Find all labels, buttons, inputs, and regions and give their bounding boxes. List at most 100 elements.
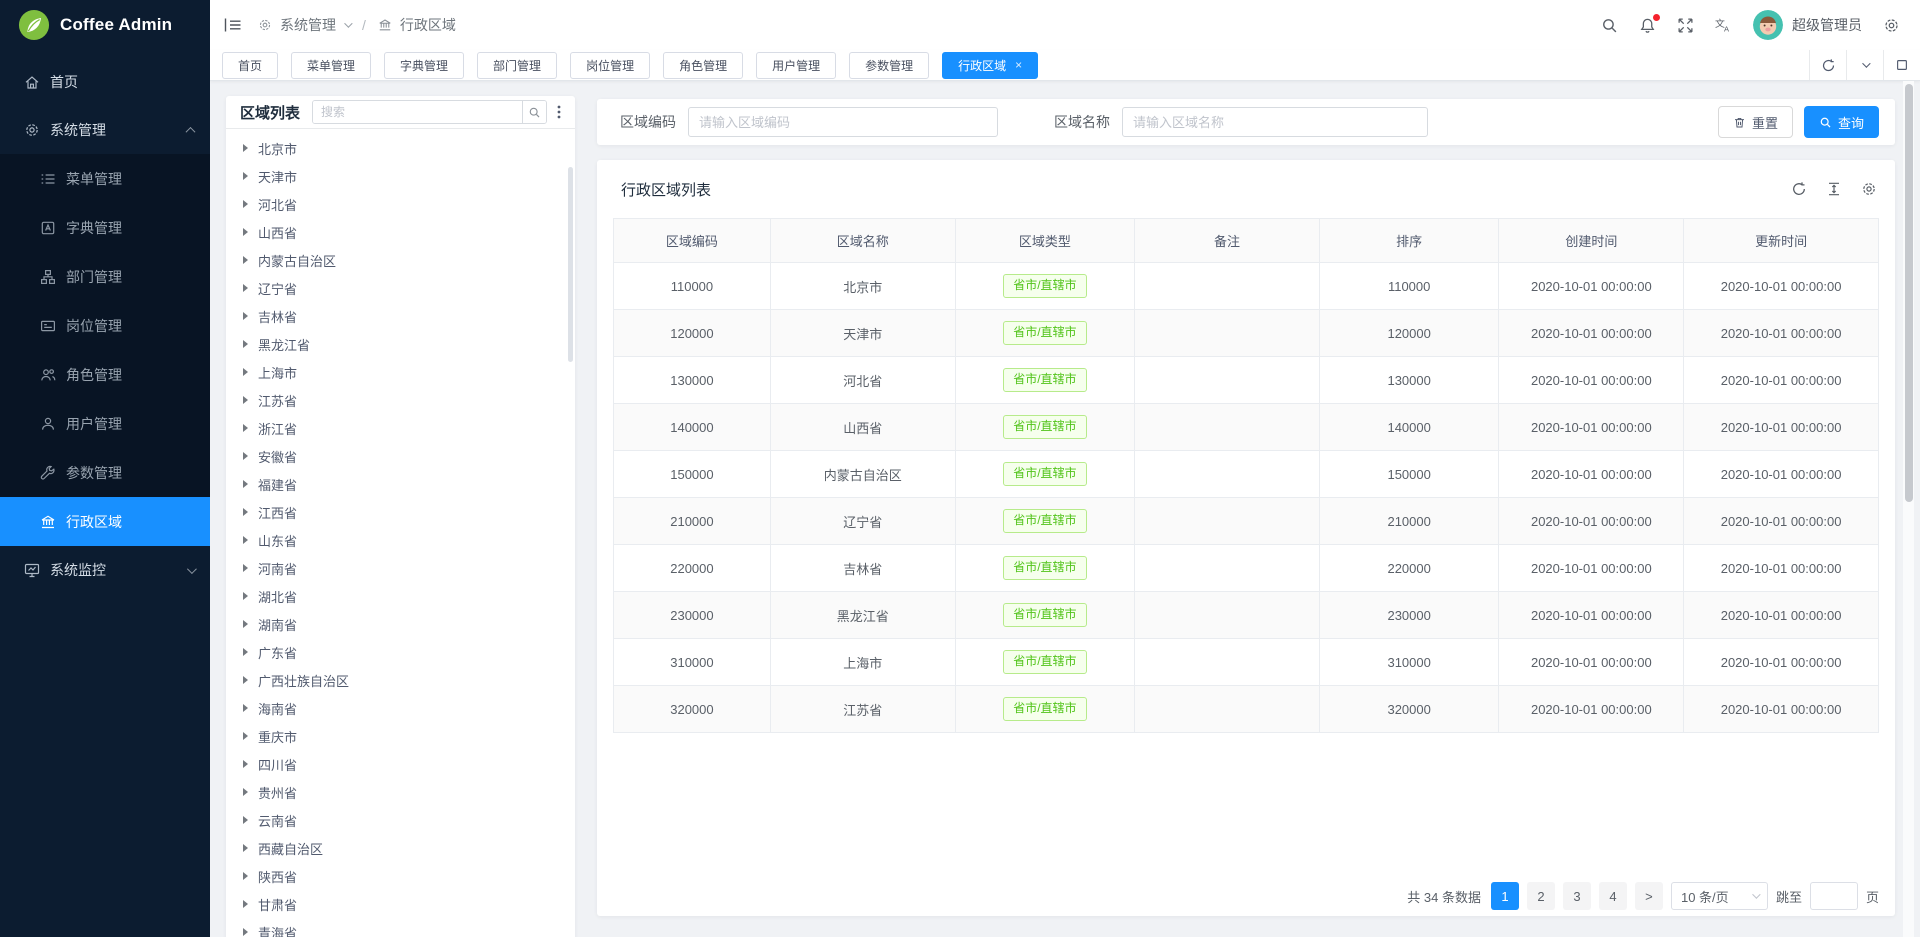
table-row[interactable]: 310000 上海市 省市/直辖市 310000 2020-10-01 00:0… [614, 639, 1879, 686]
chevron-down-icon[interactable] [1846, 50, 1883, 80]
tree-node[interactable]: 吉林省 [232, 302, 569, 330]
tree-node[interactable]: 青海省 [232, 918, 569, 937]
tree-node[interactable]: 云南省 [232, 806, 569, 834]
close-icon[interactable]: × [1015, 59, 1022, 71]
expand-arrow-icon[interactable] [243, 340, 248, 348]
table-row[interactable]: 150000 内蒙古自治区 省市/直辖市 150000 2020-10-01 0… [614, 451, 1879, 498]
expand-arrow-icon[interactable] [243, 676, 248, 684]
tree-node[interactable]: 浙江省 [232, 414, 569, 442]
expand-arrow-icon[interactable] [243, 564, 248, 572]
table-row[interactable]: 110000 北京市 省市/直辖市 110000 2020-10-01 00:0… [614, 263, 1879, 310]
sidebar-subitem[interactable]: 菜单管理 [0, 154, 210, 203]
sidebar-subitem[interactable]: 行政区域 [0, 497, 210, 546]
tree-node[interactable]: 重庆市 [232, 722, 569, 750]
tree-node[interactable]: 北京市 [232, 134, 569, 162]
sidebar-collapse-icon[interactable] [224, 17, 242, 33]
nav-tab[interactable]: 菜单管理 × [291, 52, 371, 79]
translate-icon[interactable]: 文A [1715, 17, 1732, 34]
column-height-icon[interactable] [1826, 181, 1842, 197]
jump-page-input[interactable] [1810, 882, 1858, 910]
tree-node[interactable]: 内蒙古自治区 [232, 246, 569, 274]
tree-node[interactable]: 甘肃省 [232, 890, 569, 918]
search-button[interactable]: 查询 [1804, 106, 1879, 138]
tree-node[interactable]: 安徽省 [232, 442, 569, 470]
sidebar-item-home[interactable]: 首页 [0, 58, 210, 106]
fullscreen-icon[interactable] [1677, 17, 1694, 34]
kebab-menu-icon[interactable] [557, 104, 561, 120]
user-menu[interactable]: 超级管理员 [1753, 10, 1862, 40]
tree-search-icon[interactable] [522, 101, 546, 123]
tree-node[interactable]: 湖北省 [232, 582, 569, 610]
tree-search-input[interactable] [313, 101, 522, 123]
page-scrollbar[interactable] [1903, 81, 1914, 937]
tree-node[interactable]: 上海市 [232, 358, 569, 386]
expand-arrow-icon[interactable] [243, 648, 248, 656]
tree-node[interactable]: 湖南省 [232, 610, 569, 638]
refresh-icon[interactable] [1791, 181, 1807, 197]
tree-node[interactable]: 福建省 [232, 470, 569, 498]
tree-node[interactable]: 江西省 [232, 498, 569, 526]
sidebar-subitem[interactable]: 用户管理 [0, 399, 210, 448]
expand-arrow-icon[interactable] [243, 760, 248, 768]
next-page-button[interactable]: > [1635, 882, 1663, 910]
expand-arrow-icon[interactable] [243, 704, 248, 712]
expand-arrow-icon[interactable] [243, 228, 248, 236]
expand-arrow-icon[interactable] [243, 424, 248, 432]
tree-node[interactable]: 贵州省 [232, 778, 569, 806]
tree-node[interactable]: 山东省 [232, 526, 569, 554]
expand-arrow-icon[interactable] [243, 592, 248, 600]
reset-button[interactable]: 重置 [1718, 106, 1793, 138]
nav-tab[interactable]: 参数管理 × [849, 52, 929, 79]
sidebar-subitem[interactable]: 参数管理 [0, 448, 210, 497]
table-row[interactable]: 320000 江苏省 省市/直辖市 320000 2020-10-01 00:0… [614, 686, 1879, 733]
tree-node[interactable]: 黑龙江省 [232, 330, 569, 358]
tree-node[interactable]: 广西壮族自治区 [232, 666, 569, 694]
sidebar-subitem[interactable]: 字典管理 [0, 203, 210, 252]
expand-arrow-icon[interactable] [243, 284, 248, 292]
nav-tab[interactable]: 角色管理 × [663, 52, 743, 79]
nav-tab[interactable]: 部门管理 × [477, 52, 557, 79]
tree-node[interactable]: 江苏省 [232, 386, 569, 414]
expand-arrow-icon[interactable] [243, 900, 248, 908]
expand-arrow-icon[interactable] [243, 788, 248, 796]
refresh-icon[interactable] [1809, 50, 1846, 80]
expand-arrow-icon[interactable] [243, 172, 248, 180]
tree-node[interactable]: 广东省 [232, 638, 569, 666]
table-row[interactable]: 120000 天津市 省市/直辖市 120000 2020-10-01 00:0… [614, 310, 1879, 357]
settings-gear-icon[interactable] [1883, 17, 1900, 34]
region-name-input[interactable] [1122, 107, 1428, 137]
expand-arrow-icon[interactable] [243, 536, 248, 544]
expand-arrow-icon[interactable] [243, 480, 248, 488]
page-number-button[interactable]: 2 [1527, 882, 1555, 910]
expand-arrow-icon[interactable] [243, 620, 248, 628]
bell-icon[interactable] [1639, 17, 1656, 34]
page-number-button[interactable]: 1 [1491, 882, 1519, 910]
sidebar-item-monitor[interactable]: 系统监控 [0, 546, 210, 594]
tree-node[interactable]: 陕西省 [232, 862, 569, 890]
region-code-input[interactable] [688, 107, 998, 137]
expand-arrow-icon[interactable] [243, 844, 248, 852]
tree-node[interactable]: 天津市 [232, 162, 569, 190]
expand-arrow-icon[interactable] [243, 732, 248, 740]
page-size-select[interactable]: 10 条/页 [1671, 882, 1768, 910]
sidebar-subitem[interactable]: 部门管理 [0, 252, 210, 301]
tree-node[interactable]: 海南省 [232, 694, 569, 722]
maximize-icon[interactable] [1883, 50, 1920, 80]
tree-node[interactable]: 河北省 [232, 190, 569, 218]
breadcrumb-section[interactable]: 系统管理 [280, 15, 336, 35]
expand-arrow-icon[interactable] [243, 396, 248, 404]
tree-scrollbar[interactable] [568, 167, 573, 362]
nav-tab[interactable]: 字典管理 × [384, 52, 464, 79]
table-row[interactable]: 210000 辽宁省 省市/直辖市 210000 2020-10-01 00:0… [614, 498, 1879, 545]
expand-arrow-icon[interactable] [243, 256, 248, 264]
tree-node[interactable]: 河南省 [232, 554, 569, 582]
expand-arrow-icon[interactable] [243, 312, 248, 320]
tree-node[interactable]: 四川省 [232, 750, 569, 778]
sidebar-subitem[interactable]: 角色管理 [0, 350, 210, 399]
expand-arrow-icon[interactable] [243, 200, 248, 208]
tree-node[interactable]: 山西省 [232, 218, 569, 246]
expand-arrow-icon[interactable] [243, 816, 248, 824]
sidebar-item-system[interactable]: 系统管理 [0, 106, 210, 154]
table-row[interactable]: 220000 吉林省 省市/直辖市 220000 2020-10-01 00:0… [614, 545, 1879, 592]
page-number-button[interactable]: 3 [1563, 882, 1591, 910]
